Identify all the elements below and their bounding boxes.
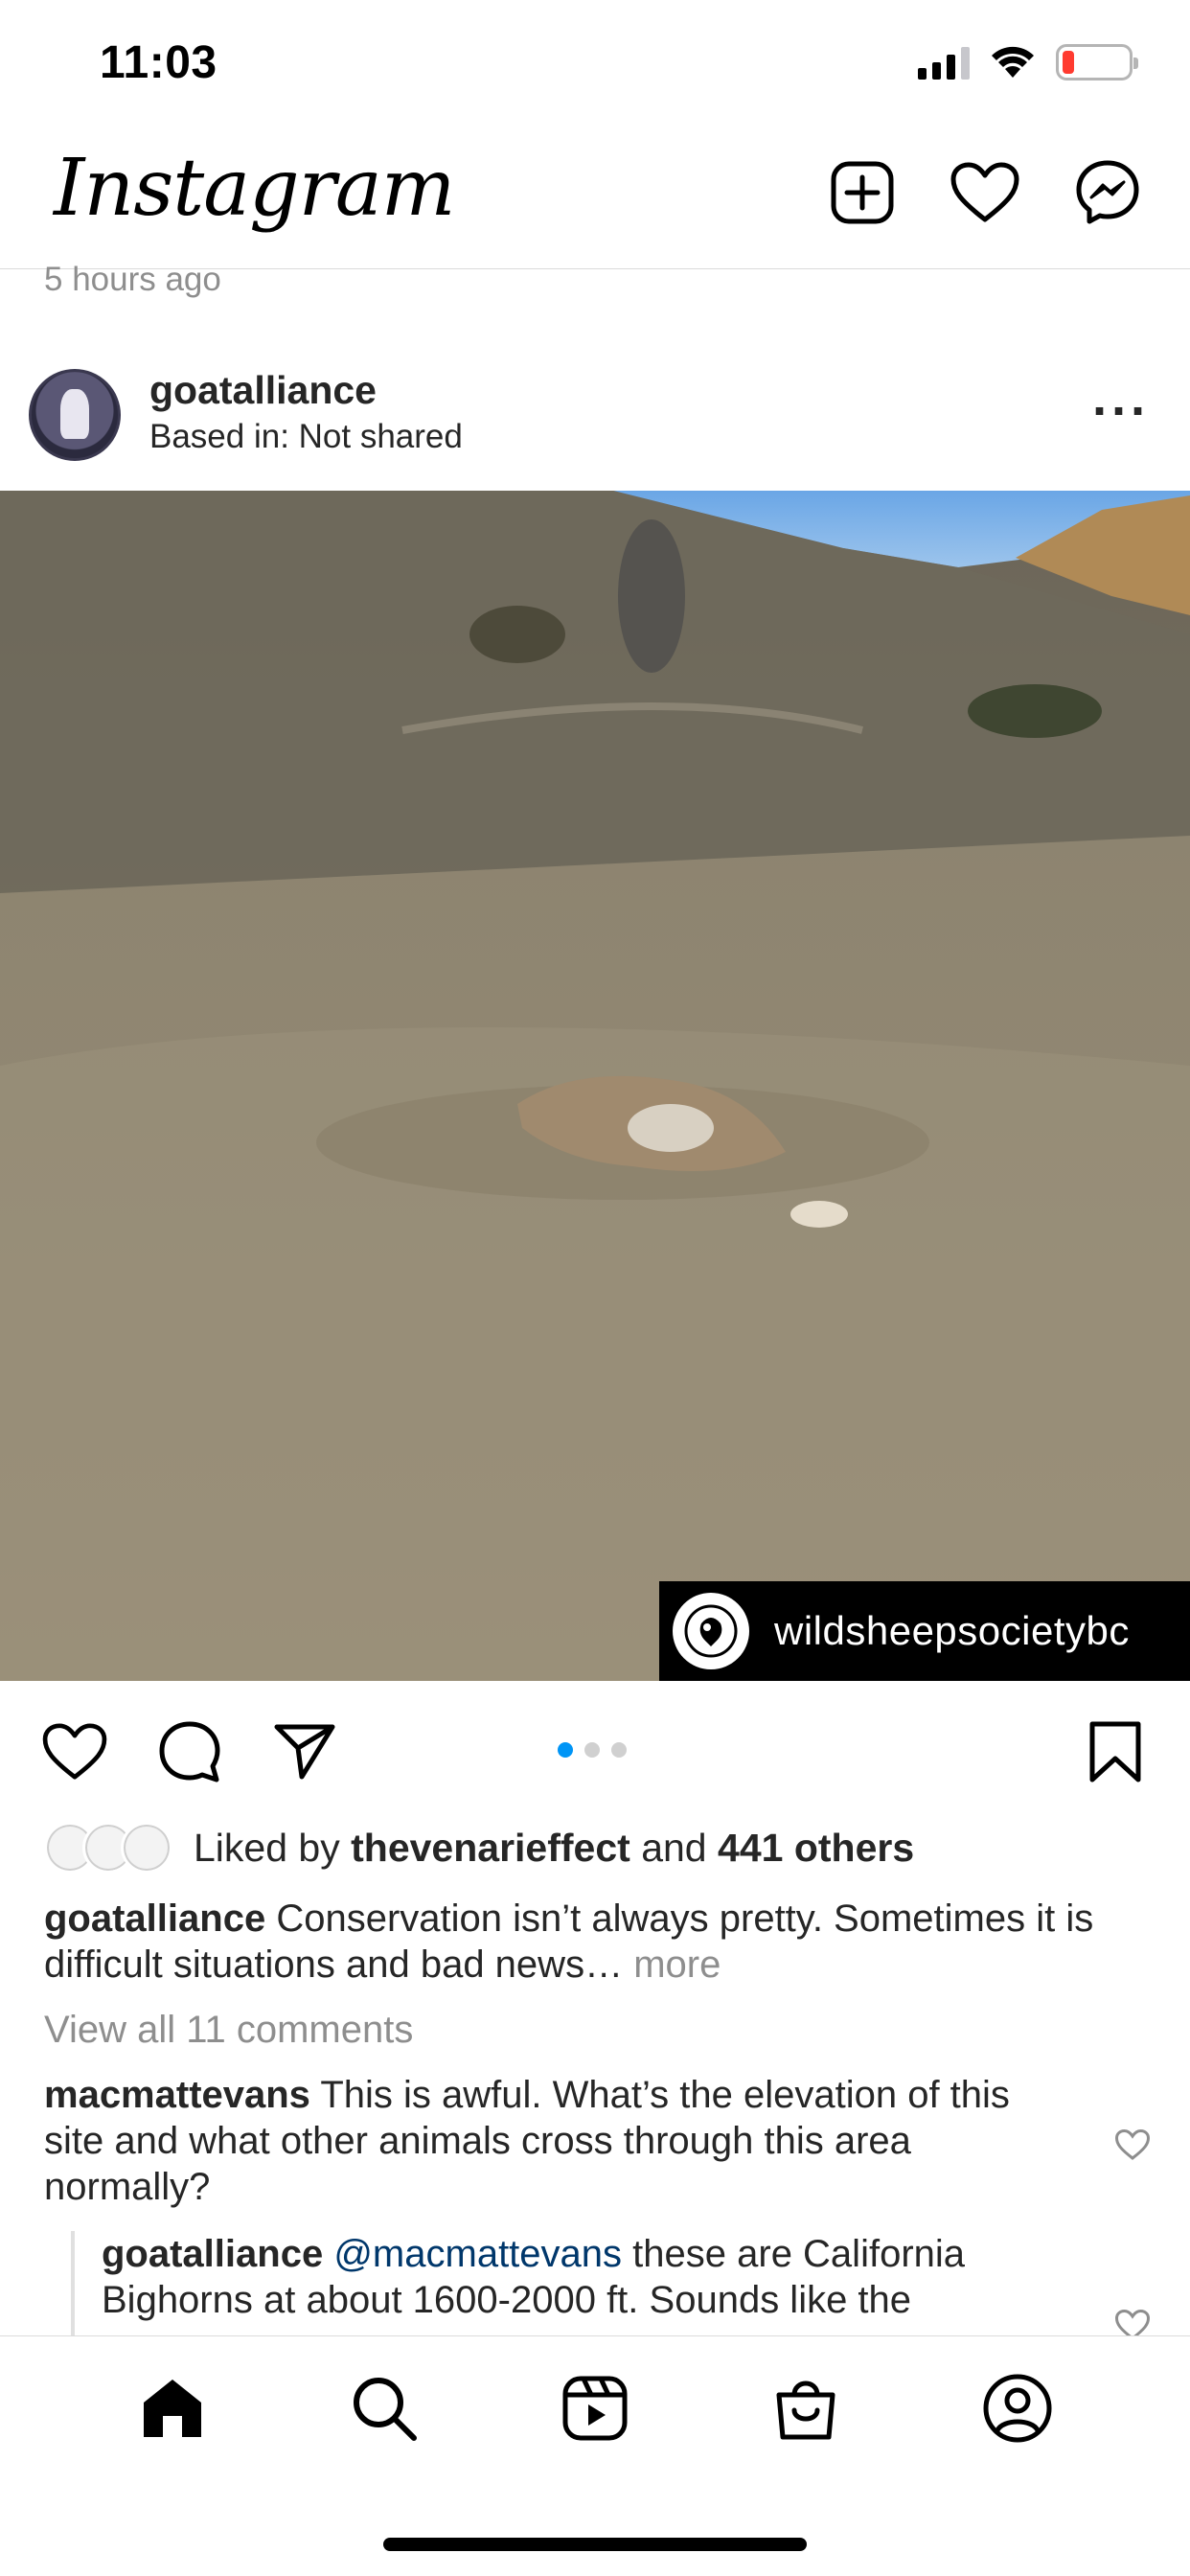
status-icons [918,44,1138,80]
caption-more-link[interactable]: more [633,1944,721,1986]
carousel-dot [584,1742,600,1758]
home-indicator[interactable] [383,2538,807,2551]
instagram-logo[interactable]: Instagram [54,143,455,234]
avatar[interactable] [29,369,121,461]
watermark-text: wildsheepsocietybc [774,1608,1130,1653]
post-header: goatalliance Based in: Not shared ··· [0,364,1190,489]
status-bar: 11:03 [0,0,1190,129]
post-location[interactable]: Based in: Not shared [149,418,463,456]
post-caption: goatalliance Conservation isn’t always p… [44,1896,1156,1988]
more-options-icon[interactable]: ··· [1092,385,1150,437]
wifi-icon [992,46,1034,78]
profile-icon[interactable] [976,2367,1059,2450]
battery-icon [1056,44,1138,80]
header-actions [826,156,1144,229]
heart-icon[interactable] [949,156,1021,229]
comment-icon[interactable] [155,1717,224,1786]
messenger-icon[interactable] [1071,156,1144,229]
post-photo[interactable]: wildsheepsocietybc [0,491,1190,1681]
comment-item: macmattevans This is awful. What’s the e… [44,2072,1079,2210]
comment-username[interactable]: macmattevans [44,2074,310,2116]
post-actions [0,1710,1190,1790]
like-heart-icon[interactable] [40,1717,109,1786]
liker-username[interactable]: thevenarieffect [351,1826,630,1870]
previous-post-time: 5 hours ago [44,261,221,298]
view-all-comments-link[interactable]: View all 11 comments [44,2009,413,2052]
home-icon[interactable] [131,2367,214,2450]
reply-mention[interactable]: @macmattevans [333,2233,622,2275]
app-header: Instagram [0,129,1190,269]
photo-watermark: wildsheepsocietybc [659,1581,1190,1681]
caption-username[interactable]: goatalliance [44,1898,265,1940]
likes-row[interactable]: Liked by thevenarieffect and 441 others [44,1819,914,1876]
reply-username[interactable]: goatalliance [102,2233,323,2275]
search-icon[interactable] [343,2367,425,2450]
reels-icon[interactable] [554,2367,636,2450]
avatar [121,1822,172,1874]
liker-avatars [44,1822,172,1874]
bookmark-icon[interactable] [1081,1717,1150,1786]
new-post-icon[interactable] [826,156,899,229]
status-time: 11:03 [100,37,217,88]
reply-thread-line [71,2231,75,2336]
carousel-indicator [558,1742,627,1758]
post-username[interactable]: goatalliance [149,368,377,413]
reply-item: goatalliance @macmattevans these are Cal… [102,2231,1088,2323]
signal-icon [918,45,970,80]
shop-icon[interactable] [765,2367,847,2450]
likes-count[interactable]: 441 others [718,1826,914,1870]
likes-text: Liked by thevenarieffect and 441 others [194,1825,915,1870]
comment-like-icon[interactable] [1113,2126,1152,2164]
carousel-dot-active [558,1742,573,1758]
bottom-tab-bar [0,2335,1190,2479]
share-icon[interactable] [270,1717,339,1786]
carousel-dot [611,1742,627,1758]
ram-logo-icon [673,1593,749,1669]
hillside-photo [0,491,1190,1681]
